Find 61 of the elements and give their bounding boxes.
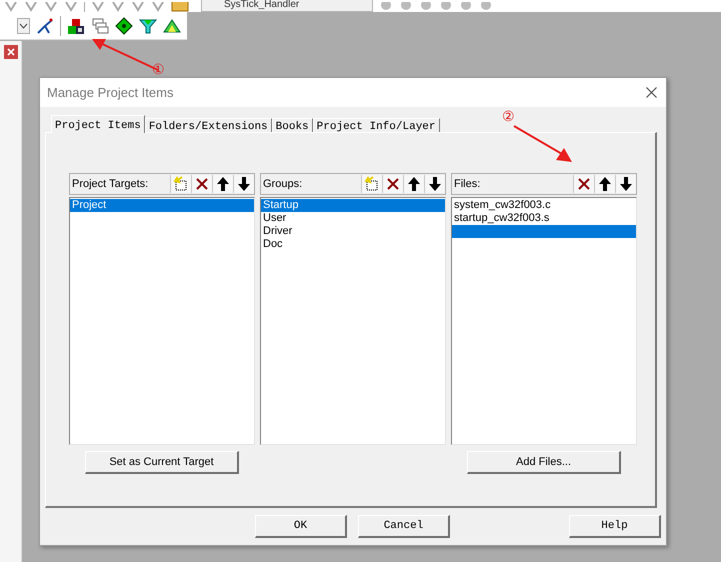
new-item-button[interactable]	[170, 175, 191, 193]
layers-icon[interactable]	[163, 16, 181, 34]
annotation-number: ②	[502, 108, 515, 124]
annotation-number: ①	[152, 61, 165, 77]
new-item-icon	[364, 176, 380, 192]
panel-label: Files:	[453, 178, 482, 190]
window-title: Manage Project Items	[47, 85, 174, 100]
down-arrow-button[interactable]	[615, 175, 636, 193]
up-arrow-icon	[215, 176, 231, 192]
close-icon	[646, 87, 656, 98]
panel-label: Groups:	[262, 178, 304, 190]
tab[interactable]: Project Items	[51, 115, 145, 133]
new-item-button[interactable]	[361, 175, 382, 193]
dropdown-button[interactable]	[17, 18, 30, 34]
list-item[interactable]: Startup	[261, 199, 445, 212]
delete-button[interactable]	[191, 175, 212, 193]
folder-icon[interactable]	[171, 2, 189, 12]
list-item[interactable]: Project	[70, 199, 254, 212]
function-combo-box[interactable]: SysTick_Handler	[201, 0, 373, 12]
down-arrow-button[interactable]	[233, 175, 254, 193]
up-arrow-button[interactable]	[594, 175, 615, 193]
delete-icon	[194, 176, 210, 192]
list-item[interactable]: system_cw32f003.c	[452, 199, 636, 212]
down-arrow-icon	[427, 176, 443, 192]
list-item[interactable]: startup_cw32f003.s	[452, 212, 636, 225]
up-arrow-button[interactable]	[212, 175, 233, 193]
project-items-icon[interactable]	[67, 16, 85, 34]
panel-label: Project Targets:	[71, 178, 150, 190]
wand-icon[interactable]	[36, 16, 54, 34]
caret-icon	[19, 22, 28, 28]
delete-icon	[385, 176, 401, 192]
up-arrow-icon	[406, 176, 422, 192]
delete-icon	[576, 176, 592, 192]
annotation-arrow	[512, 124, 574, 164]
close-button[interactable]	[4, 45, 18, 59]
set-target-button[interactable]: Set as Current Target	[85, 451, 239, 474]
list-item[interactable]: User	[261, 212, 445, 225]
list-box[interactable]: Project	[69, 197, 255, 445]
delete-button[interactable]	[382, 175, 403, 193]
cancel-button[interactable]: Cancel	[358, 515, 450, 538]
up-arrow-button[interactable]	[403, 175, 424, 193]
help-button[interactable]: Help	[569, 515, 661, 538]
add-files-button[interactable]: Add Files...	[467, 451, 621, 474]
close-icon	[7, 48, 15, 56]
delete-button[interactable]	[573, 175, 594, 193]
list-box[interactable]: Startup User Driver Doc	[260, 197, 446, 445]
diamond-icon[interactable]	[115, 16, 133, 34]
windows-icon[interactable]	[91, 16, 109, 34]
down-arrow-icon	[618, 176, 634, 192]
ok-button[interactable]: OK	[255, 515, 347, 538]
list-item[interactable]: Doc	[261, 238, 445, 251]
down-arrow-icon	[236, 176, 252, 192]
up-arrow-icon	[597, 176, 613, 192]
list-box[interactable]: system_cw32f003.c startup_cw32f003.s	[451, 197, 637, 445]
tab[interactable]: Folders/Extensions	[144, 118, 272, 132]
down-arrow-button[interactable]	[424, 175, 445, 193]
tab[interactable]: Project Info/Layer	[312, 118, 440, 132]
new-item-icon	[173, 176, 189, 192]
funnel-icon[interactable]	[139, 16, 157, 34]
tab[interactable]: Books	[272, 118, 313, 132]
list-item[interactable]: Driver	[261, 225, 445, 238]
